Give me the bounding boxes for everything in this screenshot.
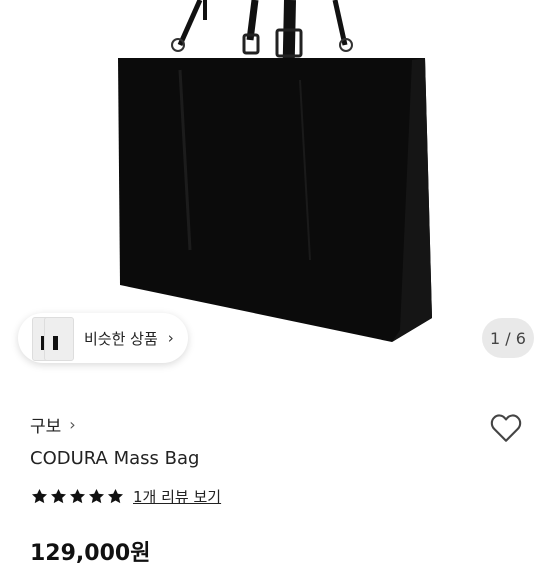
brand-link[interactable]: 구보 › — [30, 412, 76, 437]
similar-products-button[interactable]: 비슷한 상품 › — [18, 313, 188, 363]
image-counter: 1 / 6 — [482, 318, 534, 358]
star-icon — [69, 488, 86, 504]
chevron-right-icon: › — [69, 415, 76, 434]
star-rating — [30, 487, 125, 506]
product-title: CODURA Mass Bag — [30, 448, 200, 469]
rating-row: 1개 리뷰 보기 — [30, 486, 221, 507]
similar-thumbnail — [44, 317, 74, 361]
brand-name: 구보 — [30, 417, 62, 437]
heart-icon — [490, 414, 522, 442]
star-icon — [107, 488, 124, 504]
star-icon — [88, 488, 105, 504]
similar-products-label: 비슷한 상품 — [84, 329, 158, 348]
star-icon — [31, 488, 48, 504]
chevron-right-icon: › — [167, 329, 174, 347]
product-price: 129,000원 — [30, 541, 151, 566]
similar-thumbnails — [32, 317, 76, 361]
wishlist-button[interactable] — [488, 410, 524, 446]
review-link[interactable]: 1개 리뷰 보기 — [133, 486, 221, 507]
star-icon — [50, 488, 67, 504]
